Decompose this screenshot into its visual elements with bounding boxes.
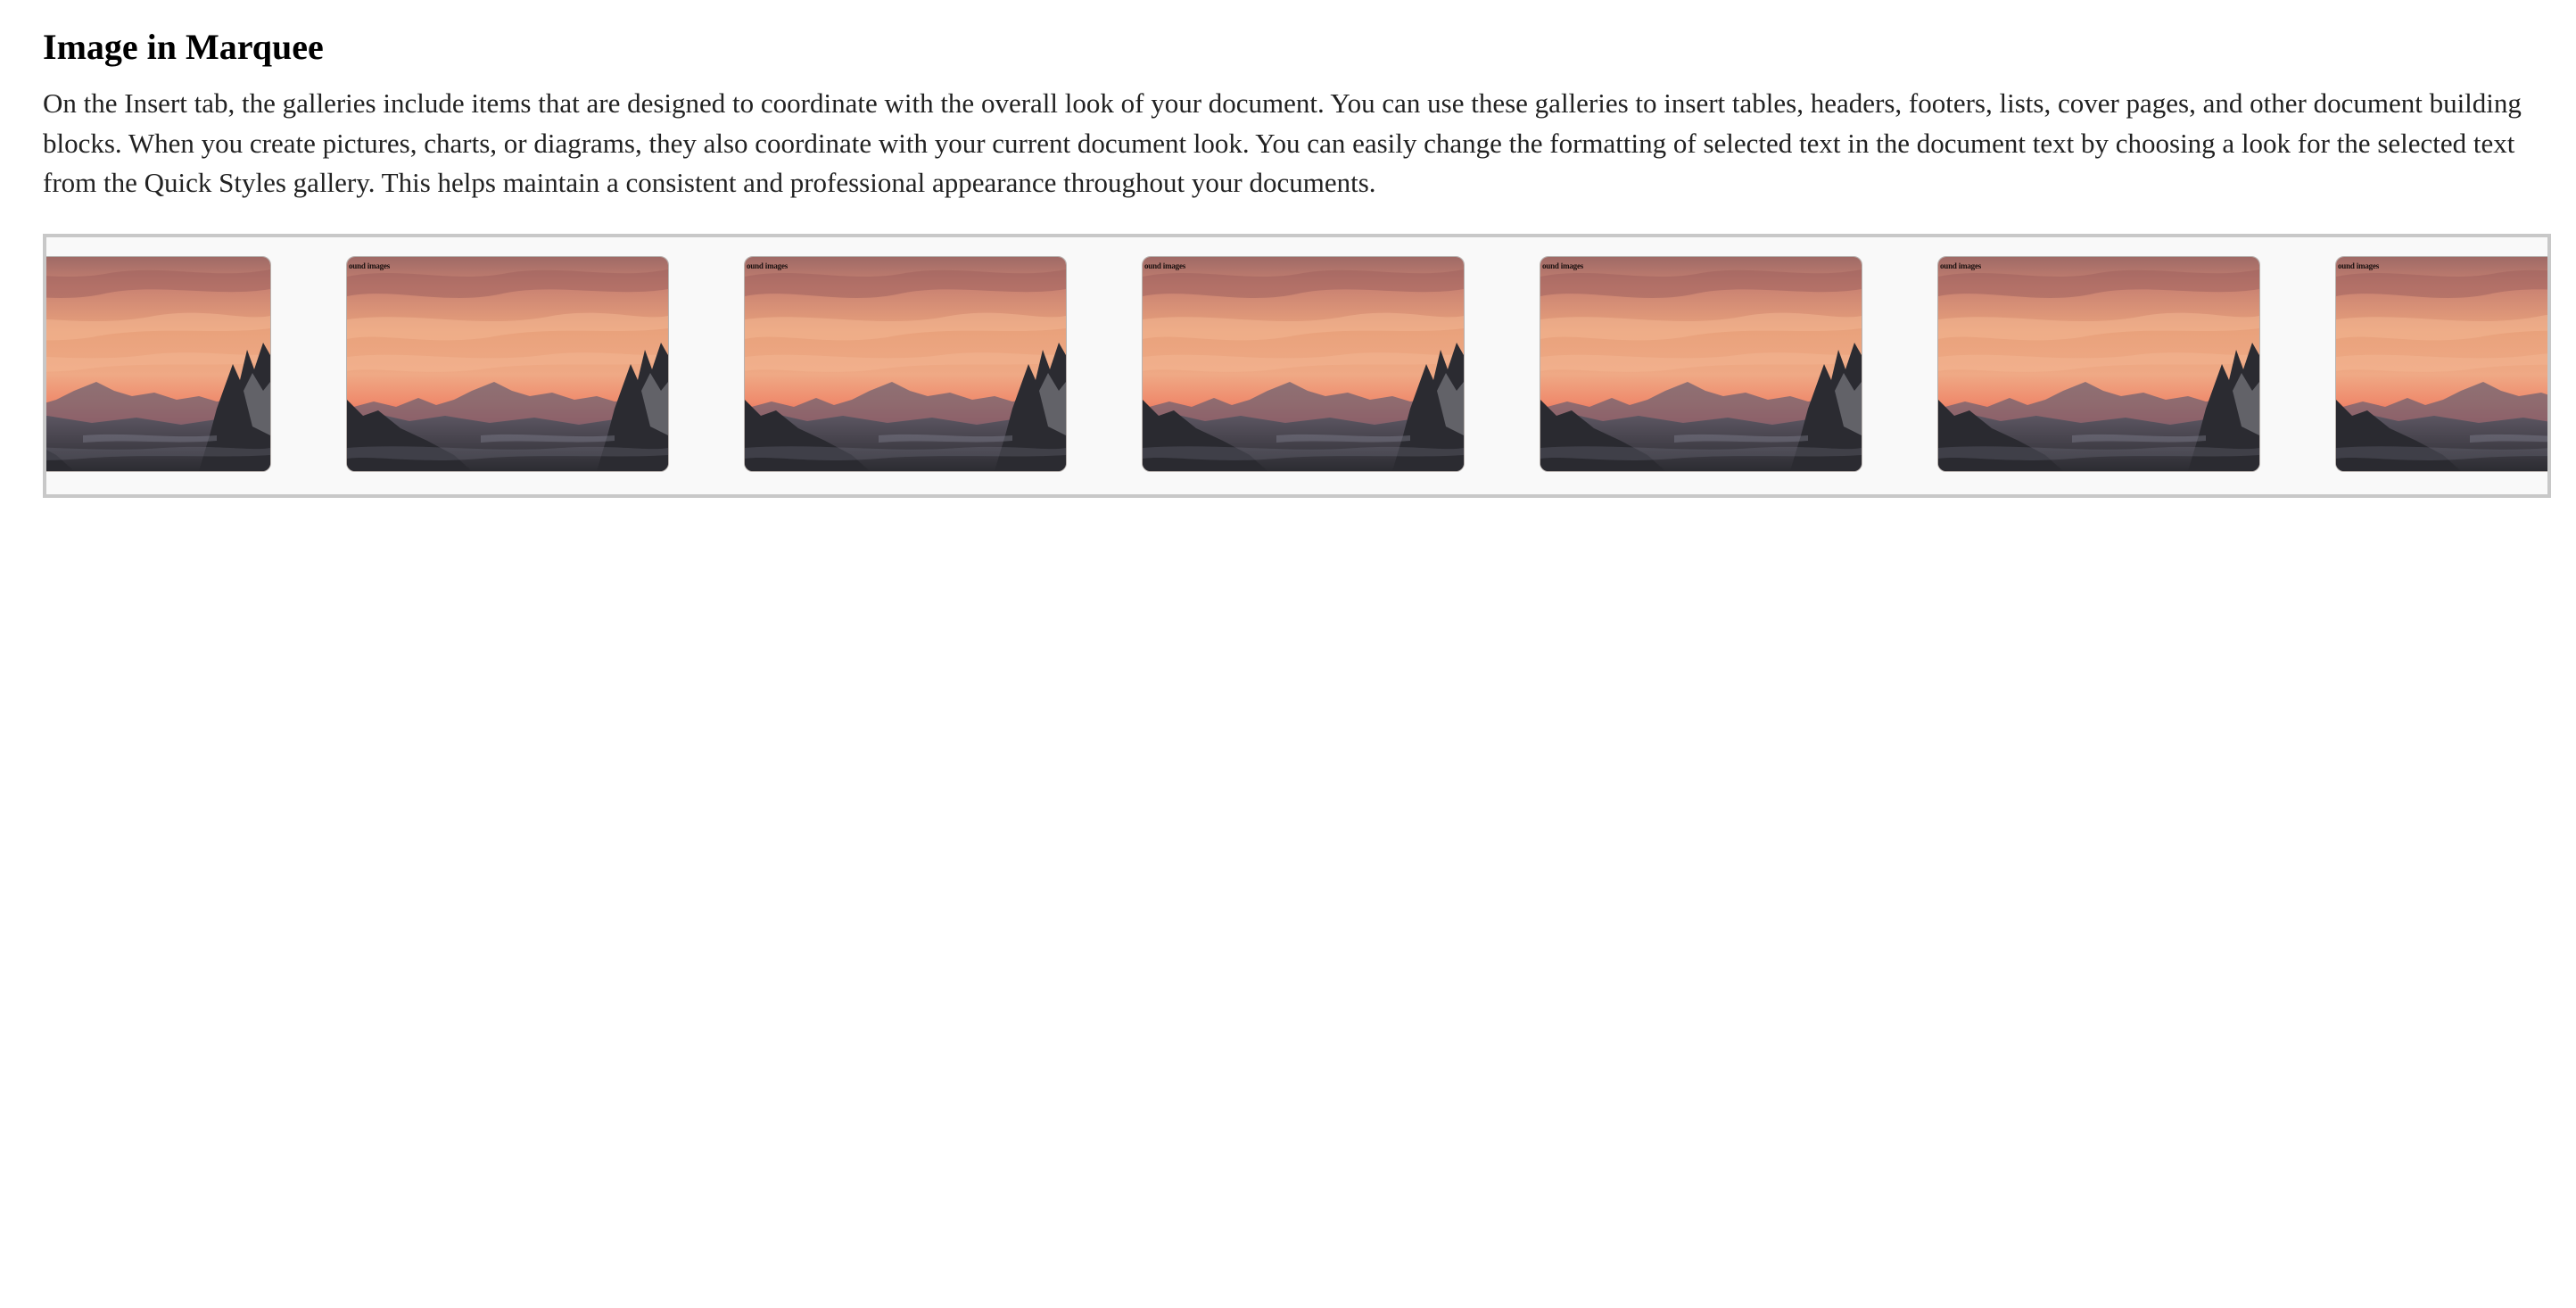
- sunset-mountain-image: [745, 257, 1066, 471]
- tile-caption: ound images: [2338, 261, 2380, 270]
- sunset-mountain-image: [2336, 257, 2547, 471]
- page-title: Image in Marquee: [43, 27, 324, 67]
- marquee-image-tile[interactable]: ound images: [1937, 256, 2260, 472]
- intro-paragraph: On the Insert tab, the galleries include…: [43, 87, 2522, 198]
- page-content: Image in Marquee On the Insert tab, the …: [43, 23, 2547, 203]
- tile-caption: ound images: [1940, 261, 1982, 270]
- tile-caption: ound images: [1542, 261, 1584, 270]
- marquee-image-tile[interactable]: ound images: [1142, 256, 1465, 472]
- marquee-image-tile[interactable]: ound images: [744, 256, 1067, 472]
- marquee-track: ound images ound images ound images ound…: [46, 256, 2547, 474]
- tile-caption: ound images: [349, 261, 391, 270]
- sunset-mountain-image: [46, 257, 270, 471]
- marquee-image-tile[interactable]: ound images: [1540, 256, 1862, 472]
- sunset-mountain-image: [1540, 257, 1862, 471]
- marquee-image-tile[interactable]: ound images: [46, 256, 271, 472]
- tile-caption: ound images: [1144, 261, 1186, 270]
- sunset-mountain-image: [1143, 257, 1464, 471]
- sunset-mountain-image: [1938, 257, 2259, 471]
- sunset-mountain-image: [347, 257, 668, 471]
- image-marquee[interactable]: ound images ound images ound images ound…: [43, 234, 2551, 498]
- tile-caption: ound images: [747, 261, 788, 270]
- marquee-image-tile[interactable]: ound images: [346, 256, 669, 472]
- marquee-image-tile[interactable]: ound images: [2335, 256, 2547, 472]
